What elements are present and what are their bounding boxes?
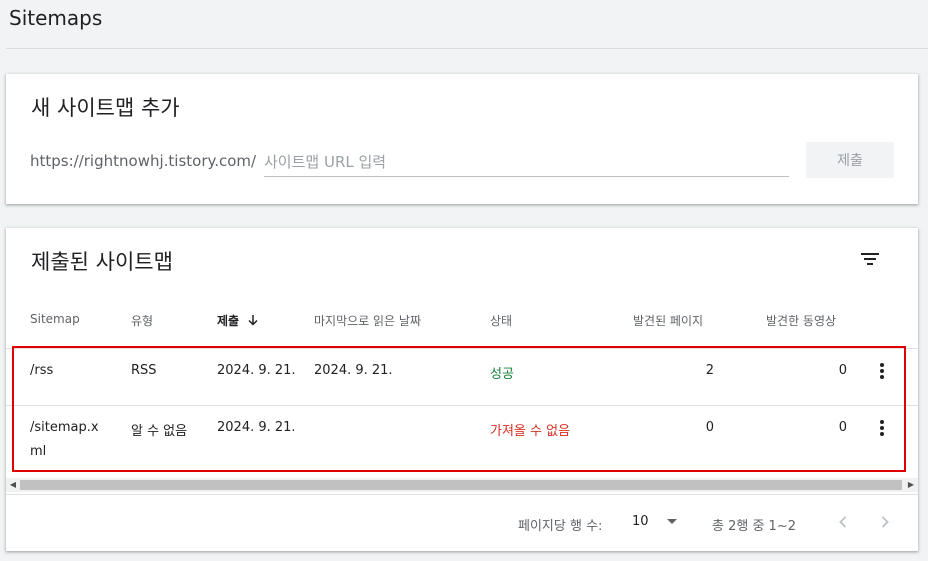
- column-header-pages[interactable]: 발견된 페이지: [633, 312, 703, 329]
- add-sitemap-card: 새 사이트맵 추가 https://rightnowhj.tistory.com…: [6, 74, 918, 204]
- row-1-more-vert-icon[interactable]: [872, 361, 892, 381]
- column-header-videos[interactable]: 발견한 동영상: [766, 312, 836, 329]
- row-1-submitted: 2024. 9. 21.: [217, 363, 296, 378]
- rows-per-page-label: 페이지당 행 수:: [518, 519, 603, 534]
- submit-button[interactable]: 제출: [806, 142, 894, 178]
- row-1-last-read: 2024. 9. 21.: [314, 363, 393, 378]
- row-1-sitemap[interactable]: /rss: [30, 363, 53, 378]
- arrow-down-icon: [247, 314, 259, 329]
- sitemap-url-input[interactable]: [264, 150, 789, 177]
- row-1-type: RSS: [131, 363, 157, 378]
- row-1-pages: 2: [705, 363, 714, 378]
- footer-divider: [6, 494, 918, 495]
- scroll-left-icon[interactable]: ◀: [6, 478, 20, 492]
- caret-down-icon: [666, 519, 677, 524]
- row-2-sitemap[interactable]: /sitemap.xml: [30, 416, 110, 464]
- add-sitemap-heading: 새 사이트맵 추가: [31, 96, 180, 120]
- column-header-last-read[interactable]: 마지막으로 읽은 날짜: [314, 312, 421, 329]
- column-header-submitted[interactable]: 제출: [217, 312, 259, 329]
- rows-per-page-select[interactable]: 10: [632, 514, 677, 529]
- scrollbar-thumb[interactable]: [20, 480, 902, 490]
- row-2-submitted: 2024. 9. 21.: [217, 420, 296, 435]
- row-2-type: 알 수 없음: [131, 424, 188, 439]
- row-divider: [6, 405, 918, 406]
- row-1-status: 성공: [490, 367, 514, 382]
- page-title: Sitemaps: [9, 6, 103, 30]
- submitted-sitemaps-heading: 제출된 사이트맵: [31, 250, 173, 274]
- row-2-videos: 0: [838, 420, 847, 435]
- pagination-range: 총 2행 중 1~2: [712, 519, 796, 534]
- row-2-more-vert-icon[interactable]: [872, 418, 892, 438]
- filter-icon[interactable]: [859, 250, 881, 268]
- horizontal-scrollbar[interactable]: ◀ ▶: [6, 478, 918, 492]
- row-2-status: 가져올 수 없음: [490, 424, 571, 439]
- column-header-type[interactable]: 유형: [131, 312, 153, 329]
- row-1-videos: 0: [838, 363, 847, 378]
- scroll-right-icon[interactable]: ▶: [904, 478, 918, 492]
- submitted-sitemaps-card: 제출된 사이트맵 Sitemap 유형 제출 마지막으로 읽은 날짜 상태 발견…: [6, 228, 918, 551]
- row-2-pages: 0: [705, 420, 714, 435]
- site-url-prefix: https://rightnowhj.tistory.com/: [30, 152, 257, 170]
- chevron-left-icon[interactable]: [832, 511, 854, 533]
- column-header-sitemap[interactable]: Sitemap: [30, 312, 80, 326]
- column-header-status[interactable]: 상태: [490, 312, 512, 329]
- rows-per-page-value: 10: [632, 514, 649, 529]
- header-divider: [6, 348, 918, 349]
- column-header-submitted-label: 제출: [217, 314, 240, 328]
- chevron-right-icon[interactable]: [874, 511, 896, 533]
- title-divider: [6, 48, 928, 49]
